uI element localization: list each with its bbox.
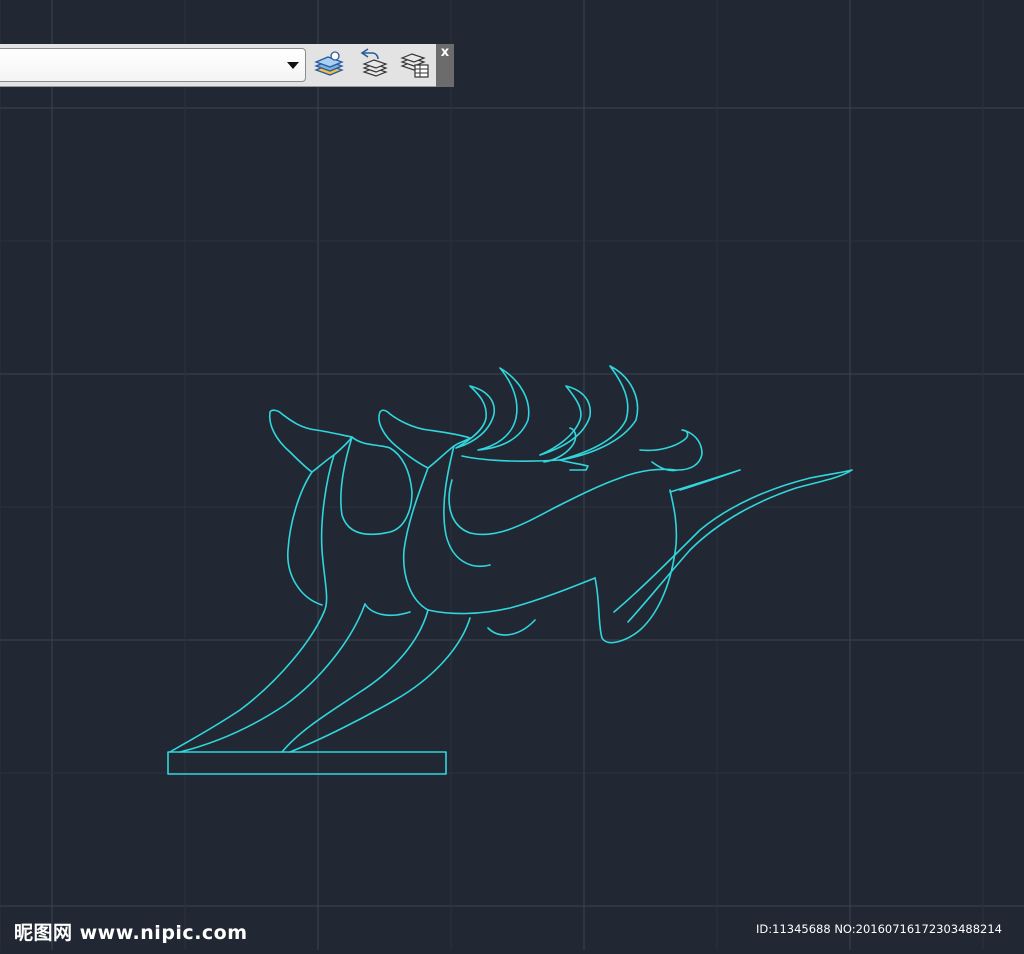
- grid: [0, 0, 1024, 950]
- layer-states-icon: [400, 53, 429, 78]
- back-deer-belly-curve: [487, 619, 536, 636]
- layer-previous-button[interactable]: [356, 48, 390, 82]
- back-deer-neck: [402, 467, 429, 611]
- cad-drawing: [0, 0, 1024, 950]
- right-head: [639, 429, 703, 472]
- deer-sculpture-drawing: [167, 365, 853, 775]
- layers-toolbar: x: [0, 44, 454, 87]
- layer-states-button[interactable]: [398, 48, 432, 82]
- layer-previous-icon: [360, 48, 388, 77]
- layer-properties-button[interactable]: [312, 48, 346, 82]
- back-deer-leg-2: [289, 617, 471, 753]
- layer-properties-icon: [314, 51, 344, 76]
- back-deer-belly: [427, 577, 596, 615]
- front-deer-shoulder: [340, 436, 413, 536]
- front-deer-leg: [169, 611, 325, 753]
- back-deer-body: [448, 468, 677, 536]
- sweeping-tail: [613, 469, 853, 623]
- watermark-site: 昵图网 www.nipic.com: [14, 922, 248, 944]
- close-icon[interactable]: x: [438, 46, 452, 60]
- tail-line: [669, 469, 741, 493]
- chevron-down-icon[interactable]: [287, 62, 299, 69]
- watermark-id: ID:11345688 NO:20160716172303488214: [756, 922, 1002, 936]
- drawing-canvas[interactable]: [0, 0, 1024, 950]
- antler-1: [455, 385, 495, 449]
- back-deer-head: [378, 409, 471, 469]
- layer-dropdown[interactable]: [0, 48, 306, 82]
- front-deer-neck: [287, 471, 323, 606]
- back-deer-leg: [281, 609, 429, 753]
- grid-minor: [0, 0, 1024, 950]
- antler-3: [539, 385, 591, 456]
- front-deer-back: [320, 454, 335, 613]
- sculpture-base: [167, 751, 447, 775]
- front-deer-head: [268, 409, 353, 473]
- front-deer-chest: [364, 603, 411, 617]
